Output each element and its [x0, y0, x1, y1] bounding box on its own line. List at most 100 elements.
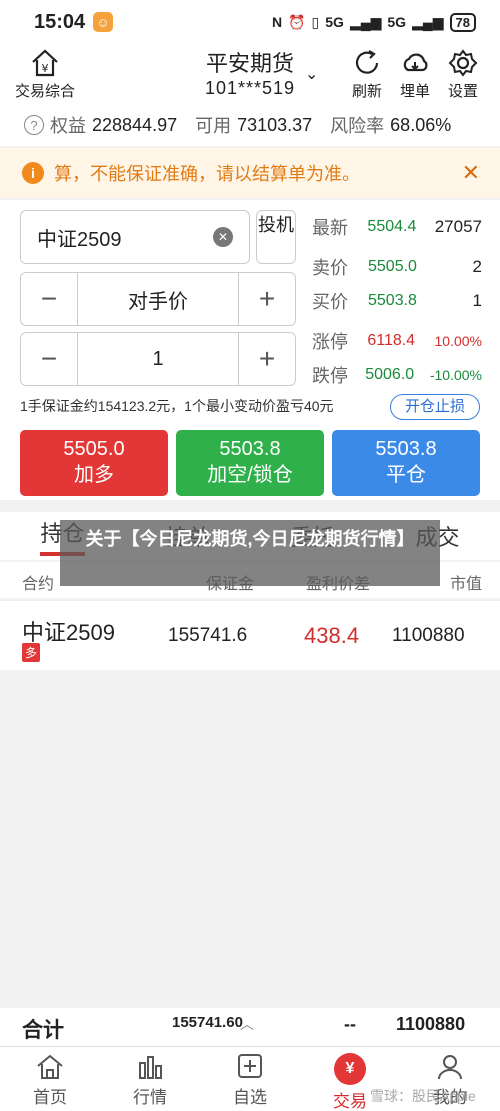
quote-label: 跌停	[312, 366, 348, 386]
trade-home-button[interactable]: ¥ 交易综合	[10, 48, 80, 101]
qty-increase-button[interactable]: +	[239, 333, 295, 385]
signal-label-2: 5G	[387, 14, 407, 30]
quote-price: 6118.4	[367, 332, 416, 349]
quote-row-limit-up: 涨停 6118.4 10.00%	[312, 324, 482, 358]
broker-name: 平安期货	[205, 51, 294, 76]
quote-percent: 10.00%	[434, 333, 482, 349]
row-margin: 155741.6	[168, 625, 248, 646]
row-pnl: 438.4	[304, 623, 360, 648]
table-row[interactable]: 中证2509 多 155741.6 438.4 1100880	[0, 600, 500, 670]
total-label: 合计	[22, 1019, 64, 1042]
quote-row-ask[interactable]: 卖价 5505.0 2	[312, 250, 482, 284]
watermark: 雪球：股民Apple	[370, 1088, 476, 1104]
quote-row-last: 最新 5504.4 27057	[312, 210, 482, 244]
quote-price: 5006.0	[365, 366, 415, 383]
long-badge: 多	[22, 643, 41, 662]
signal-icon: ▂▄▆	[349, 13, 382, 30]
contract-value: 中证2509	[37, 228, 122, 251]
risk-value: 68.06%	[390, 114, 452, 135]
battery-level: 78	[449, 12, 476, 32]
hedge-type-button[interactable]: 投机	[256, 210, 296, 264]
stop-loss-button[interactable]: 开仓止损	[390, 394, 480, 420]
close-label: 平仓	[386, 464, 426, 486]
yuan-icon: ¥	[334, 1053, 366, 1085]
quote-label: 最新	[312, 218, 348, 238]
buy-long-button[interactable]: 5505.0 加多	[20, 430, 168, 496]
app-notification-icon: ☺	[93, 12, 114, 32]
account-selector[interactable]: 平安期货 101***519	[150, 46, 350, 99]
sell-label: 加空/锁仓	[207, 464, 293, 486]
help-icon[interactable]: ?	[24, 115, 44, 135]
nav-watchlist-label: 自选	[233, 1088, 267, 1107]
total-market-value: 1100880	[396, 1014, 466, 1034]
quote-volume: 27057	[434, 217, 482, 236]
cloud-label: 埋单	[399, 83, 430, 100]
notice-banner: i 算，不能保证准确，请以结算单为准。 ✕	[0, 148, 500, 198]
nav-watchlist[interactable]: 自选	[200, 1047, 300, 1111]
col-contract: 合约	[22, 576, 55, 593]
info-icon: i	[22, 162, 44, 184]
quote-label: 买价	[312, 292, 348, 312]
quote-price: 5505.0	[368, 258, 417, 275]
price-stepper: − 对手价 +	[20, 272, 296, 326]
status-time: 15:04	[34, 10, 86, 33]
vibrate-icon: ▯	[311, 13, 320, 30]
nav-home[interactable]: 首页	[0, 1047, 100, 1111]
quote-label: 卖价	[312, 258, 348, 278]
sell-price: 5503.8	[219, 438, 281, 460]
nfc-icon: N	[271, 14, 283, 30]
nav-home-label: 首页	[33, 1088, 67, 1107]
nav-market-label: 行情	[133, 1088, 167, 1107]
settings-button[interactable]: 设置	[428, 48, 498, 101]
nav-trade-label: 交易	[333, 1092, 367, 1111]
refresh-label: 刷新	[351, 83, 382, 100]
notice-text: 算，不能保证准确，请以结算单为准。	[54, 164, 360, 184]
total-pnl: --	[344, 1014, 356, 1034]
price-increase-button[interactable]: +	[239, 273, 295, 325]
quote-price: 5504.4	[367, 218, 417, 235]
account-number: 101***519	[204, 78, 296, 98]
available-value: 73103.37	[237, 114, 313, 135]
quantity-stepper: − 1 +	[20, 332, 296, 386]
home-icon	[37, 1054, 63, 1079]
close-position-button[interactable]: 5503.8 平仓	[332, 430, 480, 496]
settings-label: 设置	[447, 83, 478, 100]
total-row: 合计 155741.60 ︿ -- 1100880	[0, 1008, 500, 1046]
bar-chart-icon	[139, 1056, 162, 1079]
chevron-down-icon[interactable]: ⌄	[305, 64, 318, 84]
price-input[interactable]: 对手价	[77, 273, 239, 325]
available-label: 可用	[195, 116, 232, 136]
svg-text:¥: ¥	[42, 62, 49, 75]
total-margin: 155741.60	[172, 1014, 243, 1031]
close-icon[interactable]: ✕	[462, 160, 480, 186]
nav-market[interactable]: 行情	[100, 1047, 200, 1111]
chevron-up-icon[interactable]: ︿	[240, 1014, 254, 1034]
house-yuan-icon: ¥	[32, 49, 58, 77]
col-market-value: 市值	[450, 576, 483, 593]
equity-label: 权益	[50, 116, 86, 136]
gear-icon	[448, 49, 478, 77]
alarm-icon: ⏰	[288, 13, 306, 30]
quote-row-limit-down: 跌停 5006.0 -10.00%	[312, 358, 482, 392]
quote-price: 5503.8	[368, 292, 417, 309]
cloud-icon	[403, 53, 428, 72]
price-decrease-button[interactable]: −	[21, 273, 77, 325]
buy-label: 加多	[74, 464, 114, 486]
quote-row-bid[interactable]: 买价 5503.8 1	[312, 284, 482, 318]
qty-decrease-button[interactable]: −	[21, 333, 77, 385]
clear-icon[interactable]: ✕	[213, 227, 233, 247]
article-title-overlay: 关于【今日尼龙期货,今日尼龙期货行情】	[60, 520, 440, 586]
top-bar: ¥ 交易综合 平安期货 101***519 ⌄ 刷新 埋单 设置	[0, 44, 500, 104]
buy-price: 5505.0	[63, 438, 125, 460]
user-icon	[438, 1055, 462, 1080]
equity-value: 228844.97	[92, 114, 178, 135]
quantity-input[interactable]: 1	[77, 333, 239, 385]
risk-label: 风险率	[330, 116, 385, 136]
margin-info: 1手保证金约154123.2元，1个最小变动价盈亏40元	[20, 398, 334, 414]
sell-short-button[interactable]: 5503.8 加空/锁仓	[176, 430, 324, 496]
contract-input[interactable]: 中证2509 ✕	[20, 210, 250, 264]
quote-percent: -10.00%	[429, 367, 482, 383]
signal-label-1: 5G	[325, 14, 344, 30]
row-market-value: 1100880	[392, 625, 465, 646]
signal-icon-2: ▂▄▆	[412, 13, 444, 30]
